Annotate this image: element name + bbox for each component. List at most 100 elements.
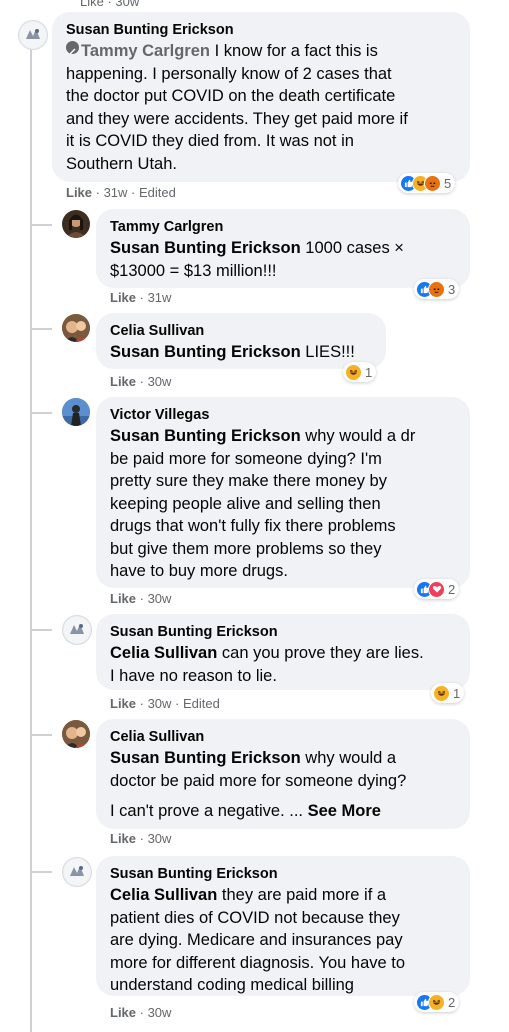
comment-text: Celia Sullivan can you prove they are li… bbox=[110, 642, 456, 687]
comment-text: Susan Bunting Erickson LIES!!! bbox=[110, 341, 372, 364]
edited-label: Edited bbox=[139, 185, 176, 200]
text-line: are dying. Medicare and insurances pay bbox=[110, 931, 403, 949]
timestamp[interactable]: 30w bbox=[148, 831, 172, 846]
mention-link[interactable]: Susan Bunting Erickson bbox=[110, 343, 301, 361]
thread-connector bbox=[30, 734, 52, 736]
text-line: keeping people alive and selling then bbox=[110, 494, 381, 513]
thread-connector bbox=[30, 412, 52, 414]
previous-comment-actions: Like · 30w bbox=[80, 0, 140, 9]
text-line: I can't prove a negative. ... bbox=[110, 802, 304, 820]
thread-connector bbox=[30, 328, 52, 330]
like-button[interactable]: Like bbox=[110, 591, 136, 606]
reaction-summary[interactable]: 1 bbox=[431, 683, 465, 703]
avatar-susan[interactable] bbox=[62, 615, 92, 645]
comment-actions: Like · 30w bbox=[110, 374, 172, 389]
timestamp[interactable]: 30w bbox=[148, 1005, 172, 1020]
timestamp[interactable]: 30w bbox=[148, 374, 172, 389]
text-line: and they were accidents. They get paid m… bbox=[66, 109, 408, 128]
text-line: happening. I personally know of 2 cases … bbox=[66, 64, 392, 83]
text-line: Southern Utah. bbox=[66, 154, 177, 173]
comment-author[interactable]: Susan Bunting Erickson bbox=[110, 623, 456, 642]
reaction-count: 2 bbox=[448, 994, 456, 1010]
reaction-count: 1 bbox=[365, 364, 373, 380]
haha-reaction-icon bbox=[345, 363, 362, 381]
comment-actions: Like · 30w bbox=[110, 831, 172, 846]
reaction-summary[interactable]: 5 bbox=[398, 173, 456, 193]
comment-author[interactable]: Celia Sullivan bbox=[110, 322, 372, 341]
comment-text: Celia Sullivan they are paid more if a p… bbox=[110, 884, 456, 997]
text-line: patient dies of COVID not because they bbox=[110, 908, 400, 927]
timestamp[interactable]: 30w bbox=[148, 696, 172, 711]
mention-link[interactable]: Tammy Carlgren bbox=[81, 42, 210, 60]
text-line: why would a dr bbox=[305, 427, 416, 445]
comment-actions: Like · 30w · Edited bbox=[110, 696, 220, 711]
reaction-summary[interactable]: 2 bbox=[414, 992, 460, 1012]
mention-icon bbox=[66, 41, 79, 55]
text-line: why would a bbox=[305, 749, 397, 767]
love-reaction-icon bbox=[428, 580, 445, 598]
reaction-count: 2 bbox=[448, 581, 456, 597]
comment-actions: Like · 31w · Edited bbox=[66, 185, 176, 200]
comment-author[interactable]: Susan Bunting Erickson bbox=[110, 865, 456, 884]
like-button[interactable]: Like bbox=[66, 185, 92, 200]
timestamp[interactable]: 31w bbox=[148, 290, 172, 305]
comment-bubble: Celia Sullivan Susan Bunting Erickson LI… bbox=[96, 313, 386, 369]
avatar-celia[interactable] bbox=[62, 314, 90, 342]
mention-link[interactable]: Susan Bunting Erickson bbox=[110, 749, 301, 767]
mention-link[interactable]: Celia Sullivan bbox=[110, 644, 217, 662]
mention-link[interactable]: Celia Sullivan bbox=[110, 886, 217, 904]
comment-author[interactable]: Celia Sullivan bbox=[110, 728, 456, 747]
comment-bubble: Susan Bunting Erickson Celia Sullivan ca… bbox=[96, 614, 470, 690]
reaction-summary[interactable]: 3 bbox=[414, 279, 460, 299]
comment-text: Susan Bunting Erickson why would a dr be… bbox=[110, 425, 456, 583]
see-more-link[interactable]: See More bbox=[308, 802, 381, 820]
like-button[interactable]: Like bbox=[110, 374, 136, 389]
like-button[interactable]: Like bbox=[110, 696, 136, 711]
thread-connector bbox=[30, 224, 52, 226]
text-line: LIES!!! bbox=[305, 343, 355, 361]
comment-actions: Like · 30w bbox=[110, 591, 172, 606]
timestamp[interactable]: 30w bbox=[148, 591, 172, 606]
comment-author[interactable]: Tammy Carlgren bbox=[110, 218, 456, 237]
like-button[interactable]: Like bbox=[110, 290, 136, 305]
reaction-count: 1 bbox=[453, 685, 461, 701]
avatar-susan[interactable] bbox=[62, 857, 92, 887]
thread-line bbox=[30, 42, 32, 1032]
like-button[interactable]: Like bbox=[110, 831, 136, 846]
text-line: I know for a fact this is bbox=[214, 42, 378, 60]
mention-link[interactable]: Susan Bunting Erickson bbox=[110, 239, 301, 257]
haha-reaction-icon bbox=[428, 993, 445, 1011]
mention-link[interactable]: Susan Bunting Erickson bbox=[110, 427, 301, 445]
reaction-summary[interactable]: 1 bbox=[343, 362, 377, 382]
comment-author[interactable]: Victor Villegas bbox=[110, 406, 456, 425]
comment-text: Susan Bunting Erickson why would a docto… bbox=[110, 747, 456, 823]
comment-bubble: Susan Bunting Erickson Tammy Carlgren I … bbox=[52, 12, 470, 182]
text-line: understand coding medical billing bbox=[110, 976, 354, 994]
haha-reaction-icon bbox=[433, 684, 450, 702]
avatar-victor[interactable] bbox=[62, 398, 90, 426]
text-line: they are paid more if a bbox=[221, 886, 387, 904]
avatar-tammy[interactable] bbox=[62, 210, 90, 238]
comment-author[interactable]: Susan Bunting Erickson bbox=[66, 21, 456, 40]
thread-connector bbox=[30, 629, 52, 631]
reaction-count: 3 bbox=[448, 281, 456, 297]
text-line: more for different diagnosis. You have t… bbox=[110, 953, 406, 972]
text-line: it is COVID they died from. It was not i… bbox=[66, 132, 354, 150]
like-button[interactable]: Like bbox=[110, 1005, 136, 1020]
timestamp[interactable]: 31w bbox=[104, 185, 128, 200]
angry-reaction-icon bbox=[424, 174, 441, 192]
text-line: can you prove they are lies. bbox=[221, 644, 424, 662]
text-line: 1000 cases × bbox=[305, 239, 404, 257]
text-line: pretty sure they make there money by bbox=[110, 472, 387, 490]
text-line: drugs that won't fully fix there problem… bbox=[110, 517, 396, 535]
reaction-summary[interactable]: 2 bbox=[414, 579, 460, 599]
comment-actions: Like · 30w bbox=[110, 1005, 172, 1020]
comment-actions: Like · 31w bbox=[110, 290, 172, 305]
comment-bubble: Susan Bunting Erickson Celia Sullivan th… bbox=[96, 856, 470, 996]
avatar-susan[interactable] bbox=[18, 20, 48, 50]
text-line: be paid more for someone dying? I'm bbox=[110, 449, 382, 468]
comment-text: Susan Bunting Erickson 1000 cases × $130… bbox=[110, 237, 456, 282]
avatar-celia[interactable] bbox=[62, 720, 90, 748]
angry-reaction-icon bbox=[428, 280, 445, 298]
comment-bubble: Victor Villegas Susan Bunting Erickson w… bbox=[96, 397, 470, 588]
